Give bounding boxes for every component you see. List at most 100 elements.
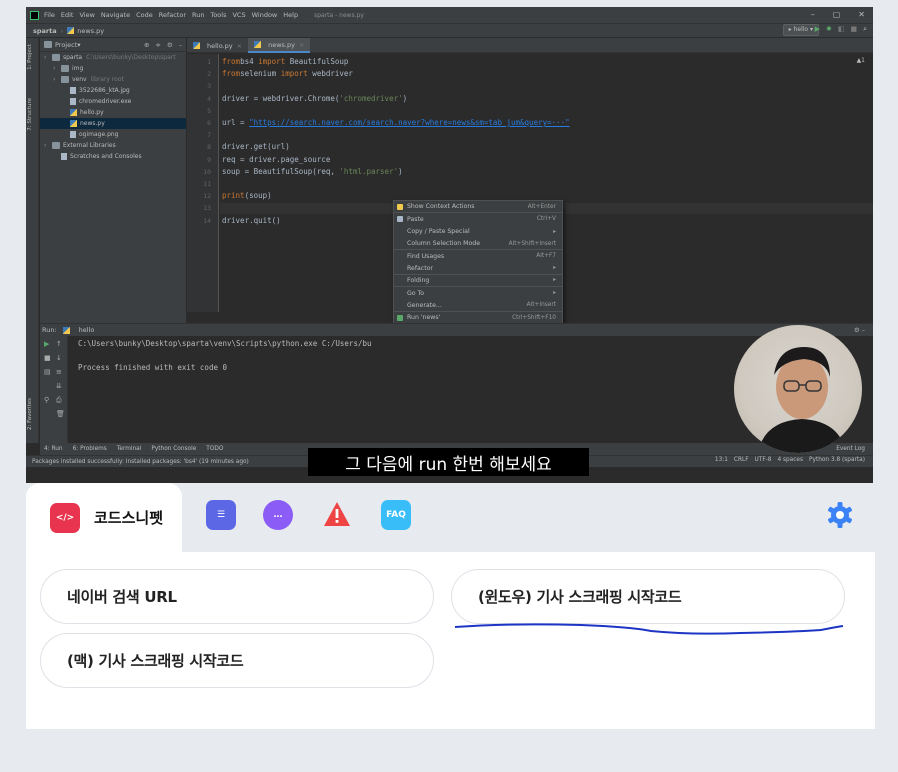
tree-node: 3522686_ktA.jpg (40, 85, 186, 96)
window-controls: – ▢ ✕ (811, 10, 865, 19)
layout-icon: ▤ (44, 368, 51, 376)
trash-icon: 🗑 (56, 410, 65, 418)
handwritten-underline (454, 623, 844, 635)
python-file-icon (62, 326, 70, 334)
run-toolbar: ▶ ✹ ◧ ■ ⌕ (815, 25, 867, 34)
faq-icon[interactable]: FAQ (381, 500, 411, 530)
line-number-gutter: 1 2 3 4 5 6 7 8 9 10 11 12 13 14 (187, 54, 219, 312)
python-file-icon (254, 41, 262, 48)
run-config-select: ▸ hello ▾ (782, 24, 819, 36)
line-number: 11 (203, 180, 211, 188)
line-number: 4 (207, 94, 211, 103)
warning-icon[interactable] (322, 499, 352, 529)
status-item: 13:1 (714, 457, 728, 463)
paste-icon (397, 216, 403, 223)
context-menu-item[interactable]: Generate... Alt+Insert (394, 299, 562, 312)
code-line: driver.quit() (222, 215, 281, 225)
context-menu-item[interactable]: Go To ▸ (394, 287, 562, 299)
pin-icon: ⚲ (44, 396, 50, 404)
breadcrumb-project: sparta (33, 26, 57, 35)
console-output: C:\Users\bunky\Desktop\sparta\venv\Scrip… (78, 338, 372, 374)
context-menu-item[interactable]: Copy / Paste Special ▸ (394, 226, 562, 238)
snippet-card-mac-start[interactable]: (맥) 기사 스크래핑 시작코드 (40, 633, 434, 688)
video-subtitle: 그 다음에 run 한번 해보세요 (308, 448, 589, 476)
up-icon: ↑ (56, 340, 62, 348)
line-number: 3 (207, 82, 211, 91)
line-number: 2 (207, 70, 211, 79)
window-title: sparta - news.py (314, 11, 364, 19)
project-header-label: Project (55, 40, 78, 49)
tree-node: › sparta C:\Users\bunky\Desktop\spart (44, 54, 176, 61)
code-line: print(soup) (222, 191, 272, 201)
context-menu-item[interactable]: Show Context Actions Alt+Enter (394, 201, 562, 214)
console-line: C:\Users\bunky\Desktop\sparta\venv\Scrip… (78, 339, 372, 348)
event-log: Event Log (836, 446, 865, 452)
menu-item: Run (192, 11, 205, 19)
tab-code-snippet[interactable]: </> 코드스니펫 (26, 483, 182, 552)
tree-node: Scratches and Consoles (40, 151, 186, 162)
debug-icon: ✹ (825, 25, 832, 33)
python-file-icon (67, 27, 75, 34)
snippet-card-windows-start[interactable]: (윈도우) 기사 스크래핑 시작코드 (451, 569, 845, 624)
breadcrumb: sparta › news.py (26, 23, 873, 37)
run-icon (397, 314, 403, 321)
menu-item: File (44, 11, 55, 19)
bottom-tab: 6: Problems (72, 446, 107, 452)
file-icon (70, 98, 76, 105)
bottom-tab: TODO (206, 446, 224, 452)
code-line: driver.get(url) (222, 142, 290, 152)
down-icon: ↓ (56, 354, 62, 362)
project-panel-header: Project ▾ ⊕ ≑ ⚙ – (40, 38, 186, 52)
status-right: 13:1 CRLF UTF-8 4 spaces Python 3.8 (sparta) (715, 457, 865, 463)
gear-icon[interactable] (825, 500, 855, 530)
tree-node: hello.py (40, 107, 186, 118)
checklist-icon[interactable]: ☰ (206, 500, 236, 530)
code-line: soup = BeautifulSoup(req, 'html.parser') (222, 166, 403, 176)
run-toolbar-vertical: ▶ ↑ ■ ↓ ▤ ≡ ⇊ ⚲ ⎙ 🗑 (40, 336, 68, 444)
status-message: Packages installed successfully: Install… (32, 458, 249, 465)
breadcrumb-file: news.py (77, 26, 105, 35)
snippet-panel: </> 코드스니펫 ☰ … FAQ 네이버 검색 URL (윈도우) 기사 스크… (26, 483, 875, 729)
collapse-icon: ≑ (155, 40, 161, 49)
line-number: 12 (203, 192, 211, 201)
menu-item: Code (136, 11, 153, 19)
panel-tab-bar: </> 코드스니펫 ☰ … FAQ (26, 483, 875, 552)
folder-icon (52, 142, 60, 149)
python-file-icon (70, 109, 77, 116)
python-file-icon (193, 42, 200, 49)
status-item: CRLF (733, 457, 749, 463)
bottom-tab: 4: Run (44, 446, 63, 452)
folder-icon (44, 41, 52, 48)
menu-item: VCS (232, 11, 246, 19)
wrap-icon: ≡ (56, 368, 62, 376)
lecture-video[interactable]: File Edit View Navigate Code Refactor Run Tools… (26, 7, 873, 483)
line-number: 9 (207, 155, 211, 164)
pycharm-icon (30, 10, 39, 20)
tree-node: › img (53, 65, 84, 72)
tab-code-snippet-label: 코드스니펫 (94, 509, 164, 527)
hide-icon: – (178, 40, 182, 49)
context-menu-item[interactable]: Paste Ctrl+V (394, 213, 562, 225)
code-line: driver = webdriver.Chrome('chromedriver'… (222, 93, 408, 103)
code-line: url = "https://search.naver.com/search.n… (222, 118, 570, 127)
bulb-icon (397, 204, 403, 210)
gear-icon: ⚙ (166, 40, 173, 49)
code-line: fromselenium import webdriver (222, 69, 353, 79)
file-icon (70, 87, 76, 94)
context-menu-item[interactable]: Refactor ▸ (394, 262, 562, 275)
menu-item: Window (251, 11, 278, 19)
line-number: 1 (207, 58, 211, 66)
menu-item: Navigate (100, 11, 131, 19)
bottom-tab: Terminal (116, 446, 142, 452)
menu-item: Tools (210, 11, 227, 19)
context-menu-item[interactable]: Find Usages Alt+F7 (394, 250, 562, 262)
snippet-card-naver-url[interactable]: 네이버 검색 URL (40, 569, 434, 624)
structure-tool-tab: 7: Structure (27, 98, 33, 131)
project-tree: › sparta C:\Users\bunky\Desktop\spart › img ›… (40, 52, 186, 162)
context-menu-item[interactable]: Folding ▸ (394, 275, 562, 288)
context-menu-item[interactable]: Column Selection Mode Alt+Shift+Insert (394, 238, 562, 251)
chat-icon[interactable]: … (263, 500, 293, 530)
status-item: UTF-8 (754, 457, 772, 463)
tree-node: › External Libraries (44, 142, 116, 149)
